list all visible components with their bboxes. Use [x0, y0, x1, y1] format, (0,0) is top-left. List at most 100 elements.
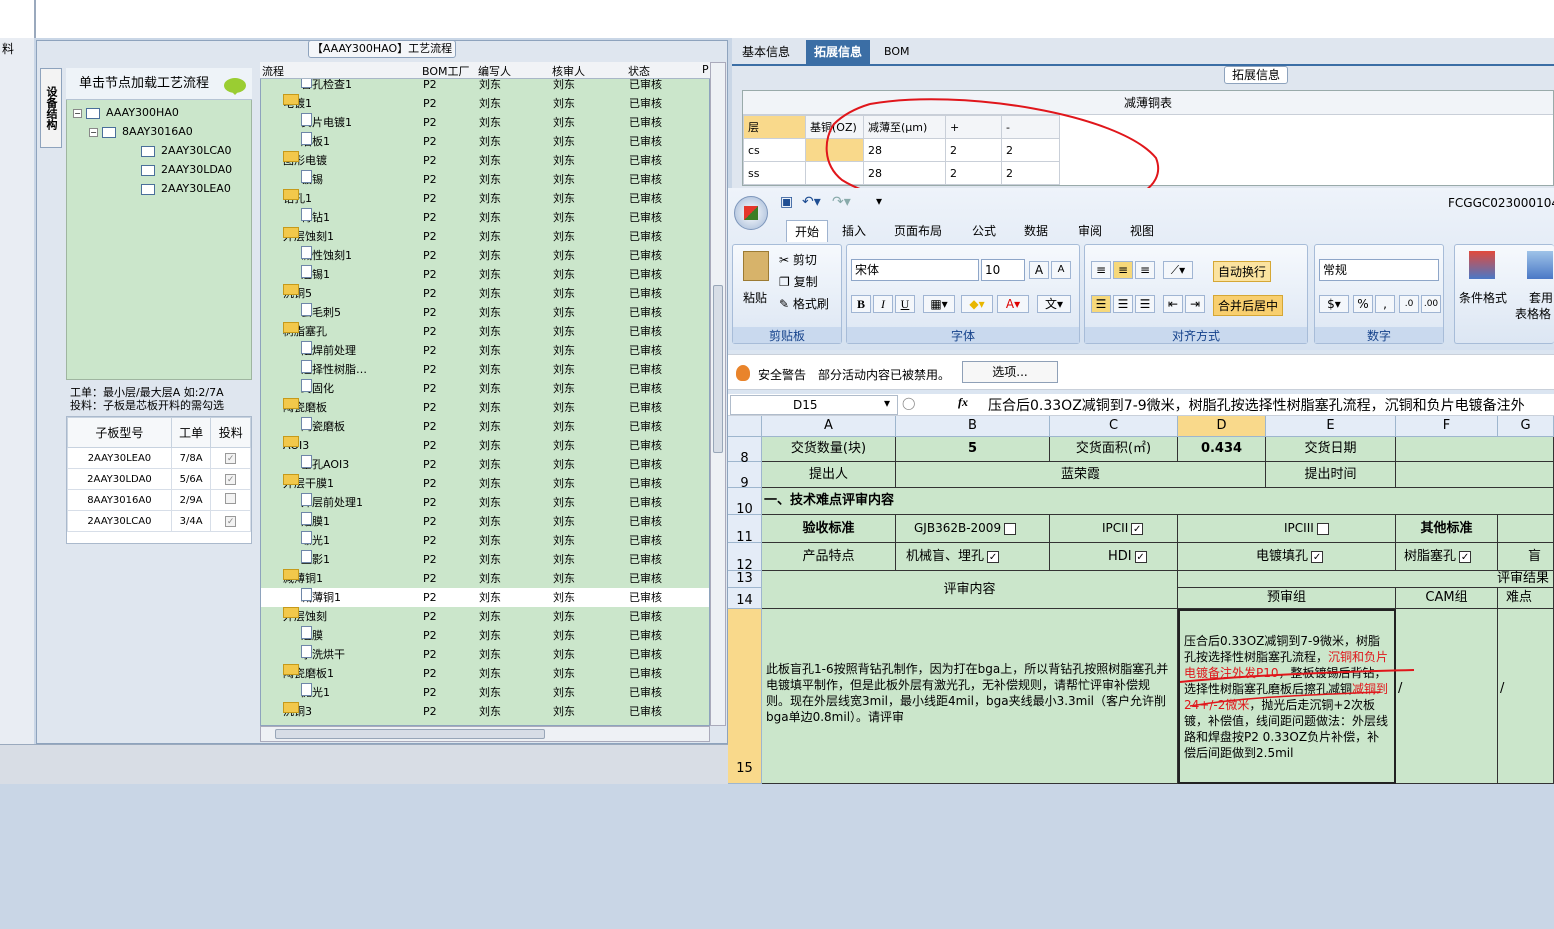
- orientation-icon[interactable]: ⟋▾: [1163, 261, 1193, 279]
- formula-scroll-icon[interactable]: ◯: [902, 396, 915, 410]
- cell-c12[interactable]: HDI ✓: [1050, 543, 1178, 571]
- feed-checkbox[interactable]: [225, 493, 237, 504]
- list-item[interactable]: 贴膜1 P2 刘东 刘东 已审核: [261, 512, 709, 531]
- table-row[interactable]: 2AAY30LCA0 3/4A ✓: [67, 510, 251, 532]
- hdi-checkbox[interactable]: ✓: [1134, 550, 1147, 563]
- table-format-button[interactable]: 套用: [1529, 289, 1553, 306]
- list-item[interactable]: 曝光1 P2 刘东 刘东 已审核: [261, 531, 709, 550]
- cell-f8[interactable]: [1396, 437, 1554, 462]
- copy-button[interactable]: ❐ 复制: [779, 273, 818, 290]
- underline-icon[interactable]: U: [895, 295, 915, 313]
- ribbon-tab-home[interactable]: 开始: [786, 220, 829, 242]
- col-header-c[interactable]: C: [1050, 416, 1178, 437]
- list-item[interactable]: −AOI3 P2 刘东 刘东 已审核: [261, 436, 709, 455]
- ribbon-tab-formulas[interactable]: 公式: [972, 220, 996, 242]
- cell-d12[interactable]: 电镀填孔 ✓: [1178, 543, 1396, 571]
- col-header-d[interactable]: D: [1178, 416, 1266, 437]
- flow-horizontal-scrollbar[interactable]: [260, 726, 710, 742]
- gjb-checkbox[interactable]: [1004, 522, 1017, 535]
- cell-f14[interactable]: CAM组: [1396, 588, 1498, 609]
- format-painter-button[interactable]: ✎ 格式刷: [779, 295, 829, 312]
- office-button[interactable]: [734, 196, 768, 230]
- scroll-thumb[interactable]: [713, 285, 723, 453]
- align-left-icon[interactable]: ☰: [1091, 295, 1111, 313]
- list-item[interactable]: −钻孔1 P2 刘东 刘东 已审核: [261, 189, 709, 208]
- font-name-select[interactable]: 宋体: [851, 259, 979, 281]
- cell-g11[interactable]: [1498, 515, 1554, 543]
- cell-d11[interactable]: IPCIII: [1178, 515, 1396, 543]
- cell-e8[interactable]: 交货日期: [1266, 437, 1396, 462]
- conditional-format-button[interactable]: 条件格式: [1459, 289, 1507, 306]
- tab-basic-info[interactable]: 基本信息: [734, 40, 798, 64]
- function-icon[interactable]: fx: [958, 395, 968, 410]
- increase-decimal-icon[interactable]: .0: [1399, 295, 1419, 313]
- cell-c11[interactable]: IPCII ✓: [1050, 515, 1178, 543]
- align-top-icon[interactable]: ≡: [1091, 261, 1111, 279]
- list-item[interactable]: 终固化 P2 刘东 刘东 已审核: [261, 379, 709, 398]
- thin-table-header[interactable]: 层: [743, 115, 806, 139]
- row-header-10[interactable]: 10: [728, 488, 762, 517]
- save-icon[interactable]: ▣: [780, 194, 793, 210]
- percent-icon[interactable]: %: [1353, 295, 1373, 313]
- row-header-12[interactable]: 12: [728, 543, 762, 573]
- list-item[interactable]: −图形电镀 P2 刘东 刘东 已审核: [261, 151, 709, 170]
- ipc3-checkbox[interactable]: [1316, 522, 1329, 535]
- tree-node[interactable]: − AAAY300HA0: [73, 103, 249, 122]
- currency-icon[interactable]: $▾: [1319, 295, 1349, 313]
- grow-font-icon[interactable]: A: [1029, 261, 1049, 279]
- list-item[interactable]: 减薄铜1 P2 刘东 刘东 已审核: [261, 588, 709, 607]
- list-item[interactable]: −外层蚀刻1 P2 刘东 刘东 已审核: [261, 227, 709, 246]
- wrap-text-button[interactable]: 自动换行: [1213, 261, 1272, 282]
- cell-f9[interactable]: [1396, 462, 1554, 488]
- collapse-toggle-icon[interactable]: −: [73, 108, 82, 118]
- thin-table-cell[interactable]: cs: [743, 138, 806, 162]
- list-item[interactable]: 镀锡 P2 刘东 刘东 已审核: [261, 170, 709, 189]
- table-row[interactable]: 2AAY30LDA0 5/6A ✓: [67, 468, 251, 490]
- cut-button[interactable]: ✂ 剪切: [779, 251, 817, 268]
- tree-node[interactable]: − 8AAY3016A0: [73, 122, 249, 141]
- flow-vertical-scrollbar[interactable]: [710, 62, 726, 726]
- list-item[interactable]: 外层前处理1 P2 刘东 刘东 已审核: [261, 493, 709, 512]
- shrink-font-icon[interactable]: A: [1051, 261, 1071, 279]
- list-item[interactable]: 选择性树脂… P2 刘东 刘东 已审核: [261, 360, 709, 379]
- list-item[interactable]: −外层蚀刻 P2 刘东 刘东 已审核: [261, 607, 709, 626]
- list-item[interactable]: −树脂塞孔 P2 刘东 刘东 已审核: [261, 322, 709, 341]
- table-row[interactable]: 2AAY30LEA0 7/8A ✓: [67, 447, 251, 469]
- align-right-icon[interactable]: ☰: [1135, 295, 1155, 313]
- list-item[interactable]: −沉铜5 P2 刘东 刘东 已审核: [261, 284, 709, 303]
- decrease-indent-icon[interactable]: ⇤: [1163, 295, 1183, 313]
- align-bottom-icon[interactable]: ≡: [1135, 261, 1155, 279]
- tab-extended-info[interactable]: 拓展信息: [806, 40, 871, 64]
- align-middle-icon[interactable]: ≡: [1113, 261, 1133, 279]
- list-item[interactable]: 负片电镀1 P2 刘东 刘东 已审核: [261, 113, 709, 132]
- security-options-button[interactable]: 选项...: [962, 361, 1058, 383]
- list-item[interactable]: 背钻1 P2 刘东 刘东 已审核: [261, 208, 709, 227]
- col-reviewer[interactable]: 核审人: [552, 63, 585, 79]
- col-flow[interactable]: 流程: [262, 63, 284, 79]
- increase-indent-icon[interactable]: ⇥: [1185, 295, 1205, 313]
- border-icon[interactable]: ▦▾: [923, 295, 955, 313]
- list-item[interactable]: 退膜 P2 刘东 刘东 已审核: [261, 626, 709, 645]
- col-writer[interactable]: 编写人: [478, 63, 511, 79]
- col-header-a[interactable]: A: [762, 416, 896, 437]
- list-item[interactable]: −外层干膜1 P2 刘东 刘东 已审核: [261, 474, 709, 493]
- list-item[interactable]: −电镀1 P2 刘东 刘东 已审核: [261, 94, 709, 113]
- cell-e9[interactable]: 提出时间: [1266, 462, 1396, 488]
- comma-icon[interactable]: ,: [1375, 295, 1395, 313]
- cell-f12[interactable]: 树脂塞孔 ✓: [1396, 543, 1498, 571]
- cell-a11[interactable]: 验收标准: [762, 515, 896, 543]
- blind-hole-checkbox[interactable]: ✓: [987, 550, 1000, 563]
- cell-d13[interactable]: 评审结果: [1178, 571, 1554, 588]
- fill-color-icon[interactable]: ◆▾: [961, 295, 993, 313]
- name-box-dropdown-icon[interactable]: ▾: [884, 396, 890, 410]
- cell-d14[interactable]: 预审组: [1178, 588, 1396, 609]
- ribbon-tab-data[interactable]: 数据: [1024, 220, 1048, 242]
- tree-node[interactable]: 2AAY30LEA0: [73, 179, 249, 198]
- cell-g12[interactable]: 盲: [1498, 543, 1554, 571]
- cell-b9[interactable]: 蓝荣霞: [896, 462, 1266, 488]
- bold-icon[interactable]: B: [851, 295, 871, 313]
- italic-icon[interactable]: I: [873, 295, 893, 313]
- cell-a9[interactable]: 提出人: [762, 462, 896, 488]
- tree-node[interactable]: 2AAY30LDA0: [73, 160, 249, 179]
- tree-node[interactable]: 2AAY30LCA0: [73, 141, 249, 160]
